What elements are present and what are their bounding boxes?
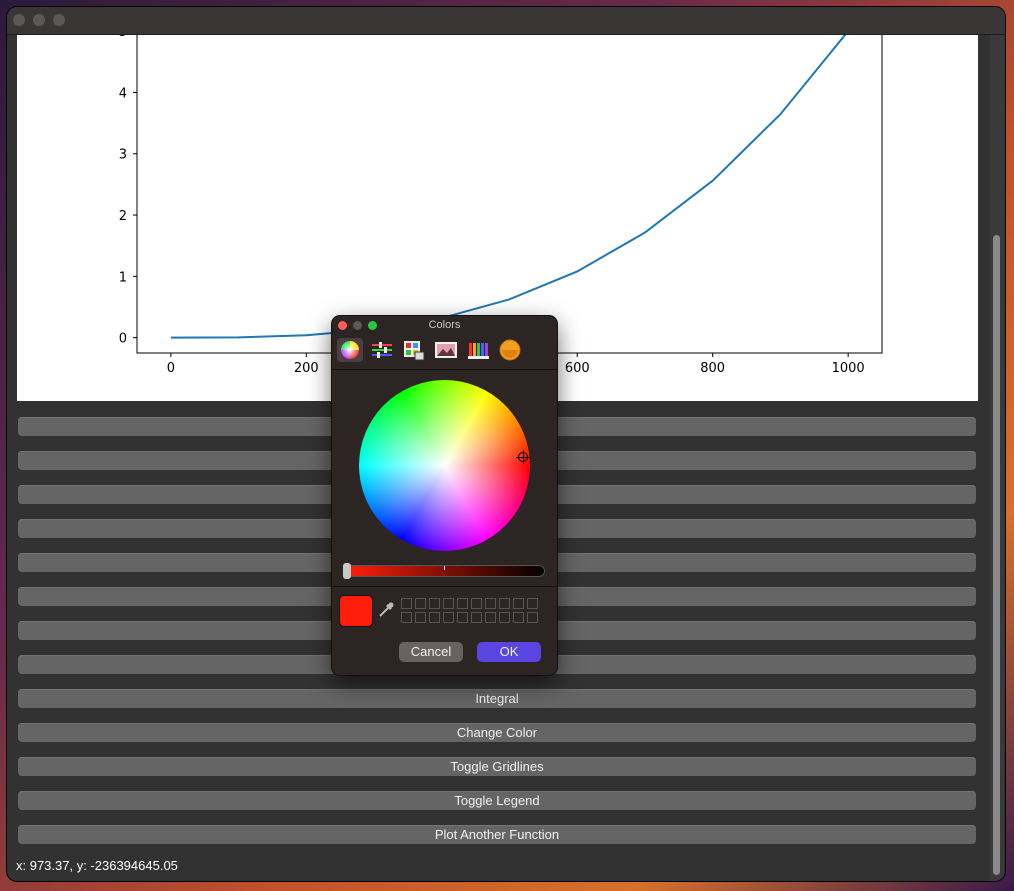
scrollbar-thumb[interactable] [993, 235, 1000, 875]
color-well[interactable] [485, 598, 496, 609]
toggle-gridlines-button[interactable]: Toggle Gridlines [18, 757, 976, 776]
brightness-slider[interactable] [346, 565, 545, 577]
color-well[interactable] [443, 612, 454, 623]
slider-midpoint-tick [444, 566, 445, 570]
orange-circle-icon[interactable] [497, 338, 523, 362]
toggle-legend-button[interactable]: Toggle Legend [18, 791, 976, 810]
ok-button[interactable]: OK [477, 642, 541, 662]
vertical-scrollbar[interactable] [990, 35, 1004, 881]
color-well[interactable] [471, 598, 482, 609]
zoom-window-button[interactable] [53, 14, 65, 26]
color-well[interactable] [527, 598, 538, 609]
color-well[interactable] [443, 598, 454, 609]
x-tick-label: 800 [700, 361, 725, 376]
custom-color-wells[interactable] [401, 598, 541, 624]
color-well[interactable] [485, 612, 496, 623]
image-palettes-icon[interactable] [433, 338, 459, 362]
integral-button[interactable]: Integral [18, 689, 976, 708]
x-tick-label: 200 [294, 361, 319, 376]
color-well[interactable] [429, 612, 440, 623]
color-well[interactable] [499, 612, 510, 623]
swatch-divider [332, 586, 557, 587]
close-window-button[interactable] [13, 14, 25, 26]
palettes-icon[interactable] [401, 338, 427, 362]
pencils-icon[interactable] [465, 338, 491, 362]
eyedropper-icon[interactable] [377, 601, 395, 619]
y-tick-label: 0 [119, 332, 127, 347]
x-tick-label: 600 [565, 361, 590, 376]
color-well[interactable] [457, 598, 468, 609]
cancel-button[interactable]: Cancel [399, 642, 463, 662]
color-well[interactable] [401, 612, 412, 623]
tab-divider [332, 369, 557, 370]
x-tick-label: 0 [167, 361, 175, 376]
color-wheel[interactable] [359, 380, 530, 551]
cursor-coordinates-status: x: 973.37, y: -236394645.05 [16, 858, 178, 873]
color-well[interactable] [457, 612, 468, 623]
minimize-window-button[interactable] [33, 14, 45, 26]
color-well[interactable] [415, 612, 426, 623]
current-color-swatch[interactable] [340, 596, 372, 626]
change-color-button[interactable]: Change Color [18, 723, 976, 742]
colors-panel-title: Colors [428, 319, 461, 331]
color-well[interactable] [471, 612, 482, 623]
plot-frame [136, 24, 883, 354]
x-tick-label: 1000 [832, 361, 865, 376]
color-wheel-icon[interactable] [337, 338, 363, 362]
y-tick-label: 3 [119, 148, 127, 163]
color-wheel-cursor[interactable] [516, 450, 530, 464]
y-tick-label: 1 [119, 270, 127, 285]
color-well[interactable] [415, 598, 426, 609]
title-bar [7, 7, 1005, 35]
brightness-slider-knob[interactable] [343, 563, 351, 579]
plot-another-function-button[interactable]: Plot Another Function [18, 825, 976, 844]
sliders-icon[interactable] [369, 338, 395, 362]
color-well[interactable] [499, 598, 510, 609]
y-tick-label: 2 [119, 209, 127, 224]
color-well[interactable] [527, 612, 538, 623]
colors-panel: Colors Cancel OK [332, 316, 557, 675]
y-tick-label: 5 [119, 35, 127, 40]
color-well[interactable] [401, 598, 412, 609]
color-well[interactable] [429, 598, 440, 609]
y-tick-label: 4 [119, 86, 127, 101]
color-well[interactable] [513, 612, 524, 623]
series-line [170, 30, 849, 339]
color-well[interactable] [513, 598, 524, 609]
